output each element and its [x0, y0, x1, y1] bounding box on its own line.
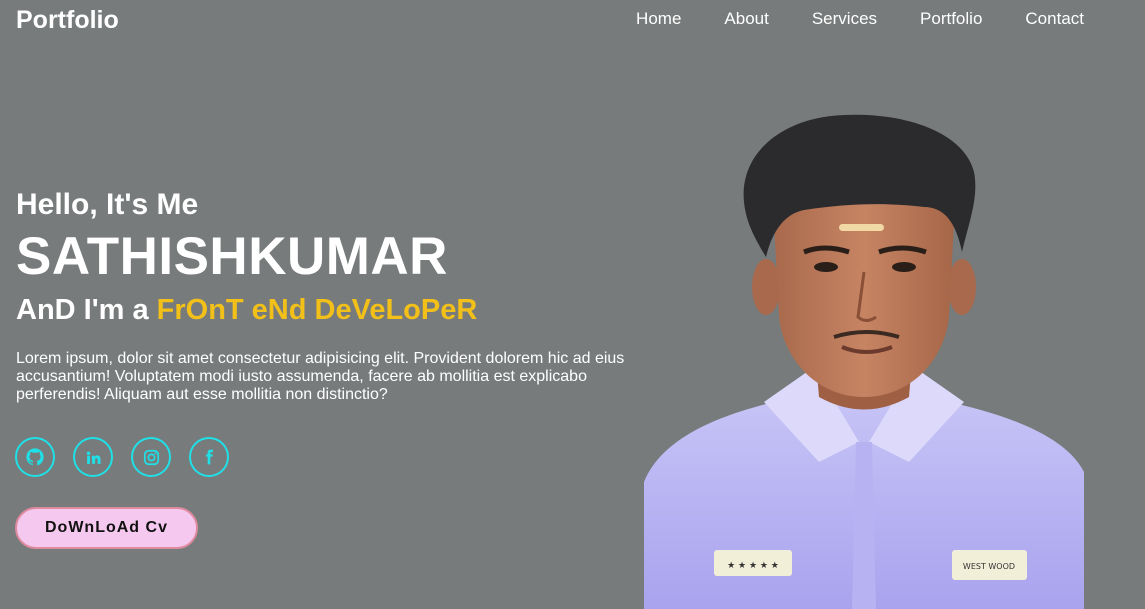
nav-home[interactable]: Home — [636, 9, 681, 29]
logo[interactable]: Portfolio — [16, 5, 119, 35]
role-prefix: AnD I'm a — [16, 294, 157, 326]
linkedin-link[interactable] — [73, 437, 113, 477]
download-cv-button[interactable]: DoWnLoAd Cv — [15, 507, 198, 549]
main-nav: Home About Services Portfolio Contact — [593, 9, 1084, 29]
hero-description: Lorem ipsum, dolor sit amet consectetur … — [16, 350, 625, 403]
nav-about[interactable]: About — [724, 9, 768, 29]
nav-contact[interactable]: Contact — [1025, 9, 1084, 29]
shirt-badge-left: ★ ★ ★ ★ ★ — [727, 561, 779, 571]
profile-photo: ★ ★ ★ ★ ★ WEST WOOD — [644, 114, 1084, 609]
greeting: Hello, It's Me — [16, 188, 199, 221]
page: Portfolio Home About Services Portfolio … — [0, 0, 1145, 609]
facebook-icon — [201, 449, 217, 465]
instagram-link[interactable] — [131, 437, 171, 477]
nav-services[interactable]: Services — [812, 9, 877, 29]
social-links — [15, 437, 247, 477]
facebook-link[interactable] — [189, 437, 229, 477]
github-link[interactable] — [15, 437, 55, 477]
hero-name: SATHISHKUMAR — [16, 227, 448, 286]
github-icon — [26, 448, 44, 466]
nav-portfolio[interactable]: Portfolio — [920, 9, 982, 29]
header: Portfolio Home About Services Portfolio … — [0, 0, 1145, 40]
instagram-icon — [143, 449, 160, 466]
role-highlight: FrOnT eNd DeVeLoPeR — [156, 294, 478, 326]
linkedin-icon — [85, 449, 102, 466]
shirt-badge-right: WEST WOOD — [963, 562, 1015, 571]
role-line: AnD I'm a FrOnT eNd DeVeLoPeR — [16, 292, 656, 328]
hero-content: Hello, It's Me SATHISHKUMAR AnD I'm a Fr… — [16, 186, 656, 404]
